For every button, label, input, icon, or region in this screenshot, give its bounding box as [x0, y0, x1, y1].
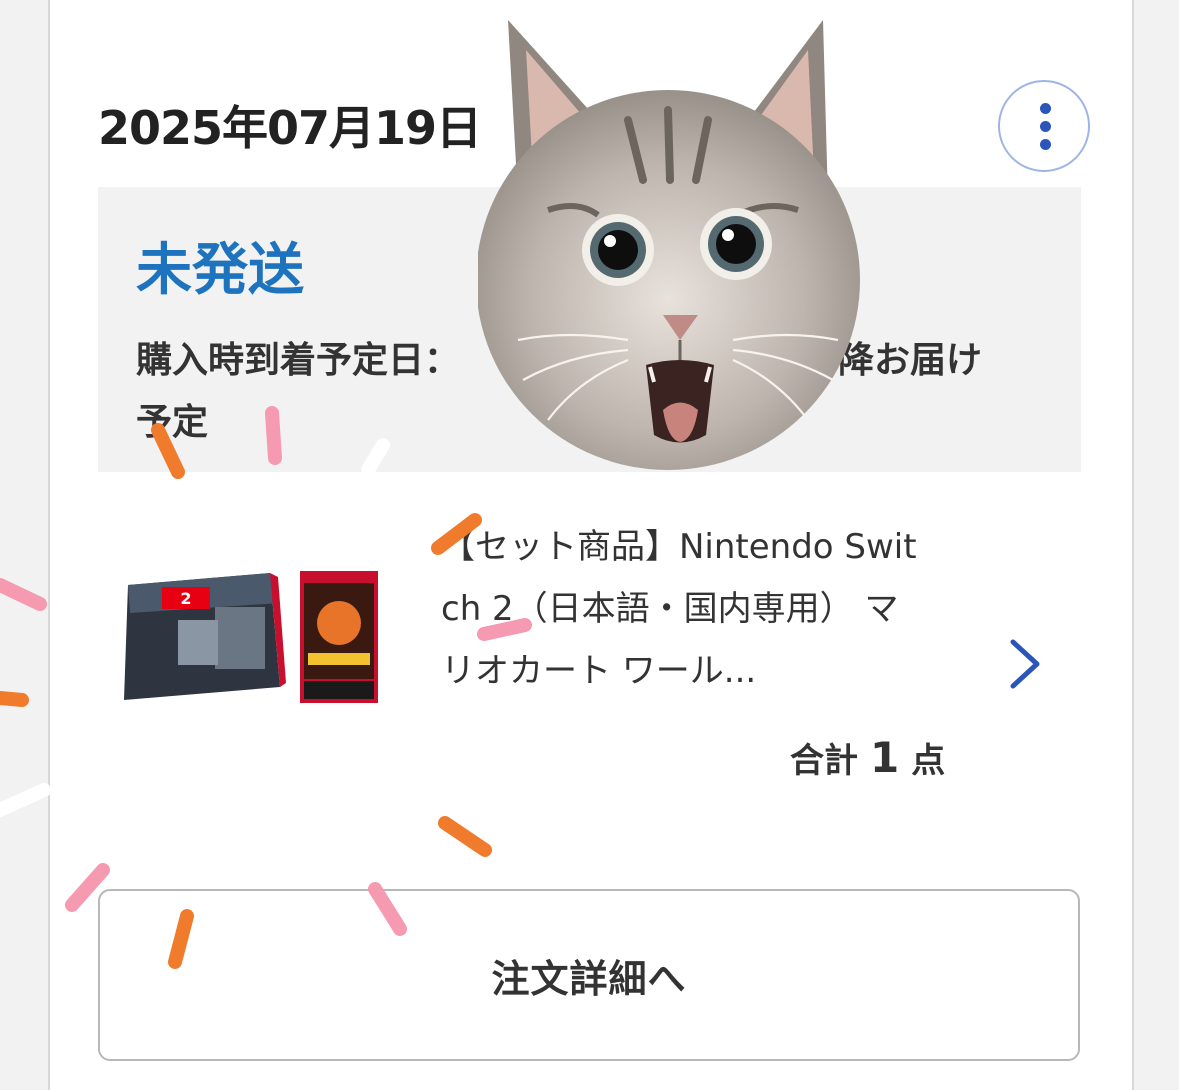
shipping-status-label: 未発送 — [136, 238, 304, 303]
product-image[interactable]: 2 — [120, 565, 382, 710]
cat-sticker — [478, 20, 860, 470]
more-options-button[interactable] — [998, 80, 1090, 172]
svg-text:2: 2 — [180, 589, 191, 608]
order-detail-button[interactable]: 注文詳細へ — [98, 889, 1080, 1061]
arrival-date-label: 購入時到着予定日： — [136, 340, 461, 381]
order-date: 2025年07月19日 — [98, 101, 482, 155]
order-detail-button-label: 注文詳細へ — [491, 956, 687, 1001]
total-label: 合計 — [790, 741, 858, 781]
total-count: 1 — [870, 733, 900, 782]
product-title-line: ch 2（日本語・国内専用） マ — [441, 589, 899, 629]
product-title-line: リオカート ワール... — [441, 651, 757, 691]
arrival-date-line2: 予定 — [136, 402, 209, 443]
item-total: 合計 1 点 — [790, 733, 945, 782]
total-unit: 点 — [911, 741, 946, 781]
product-title[interactable]: 【セット商品】Nintendo Swit ch 2（日本語・国内専用） マ リオ… — [441, 516, 981, 702]
chevron-right-icon[interactable] — [1005, 638, 1045, 690]
product-title-line: 【セット商品】Nintendo Swit — [441, 527, 917, 567]
